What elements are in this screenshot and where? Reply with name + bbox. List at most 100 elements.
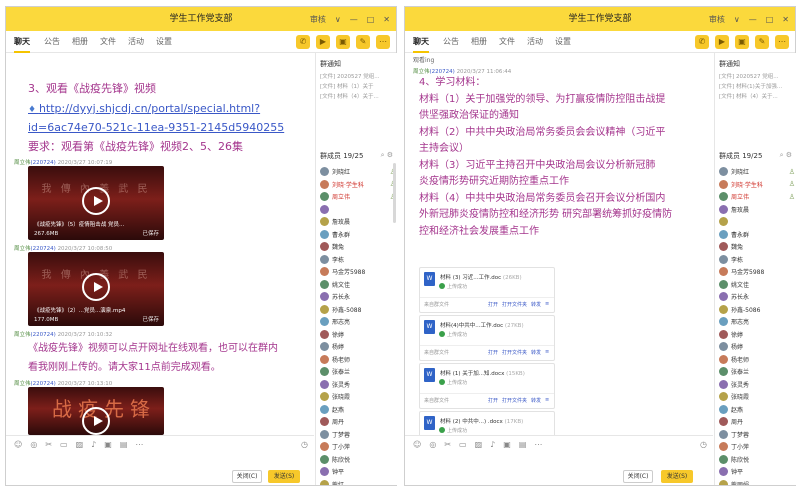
emoji-icon[interactable]: ☺ bbox=[413, 440, 421, 449]
member-item[interactable]: 张泰兰 bbox=[320, 365, 396, 378]
scissors-icon[interactable]: ✂ bbox=[45, 440, 52, 449]
member-item[interactable]: 杨老师 bbox=[719, 353, 795, 366]
tab-notice[interactable]: 公告 bbox=[44, 31, 60, 53]
maximize-icon[interactable]: □ bbox=[367, 15, 375, 24]
member-item[interactable]: 陈欣悦 bbox=[320, 453, 396, 466]
play-icon[interactable] bbox=[82, 273, 110, 301]
open-file-link[interactable]: 打开 bbox=[488, 349, 498, 356]
redpacket-icon[interactable]: ▤ bbox=[120, 440, 128, 449]
tab-settings[interactable]: 设置 bbox=[555, 31, 571, 53]
member-item[interactable]: 熊丽娟 bbox=[719, 478, 795, 485]
file-card[interactable]: W 材料 (1) 关于加...知.docx (15KB) 上传成功 来自群文件 打开 打开… bbox=[419, 363, 555, 409]
member-item[interactable]: 孙鑫-5086 bbox=[719, 303, 795, 316]
file-card[interactable]: W材料 (2) 中共中...) .docx (17KB)上传成功来自群文件打开打… bbox=[419, 411, 555, 435]
mic-icon[interactable]: ♪ bbox=[490, 440, 495, 449]
member-item[interactable]: 张灵秀 bbox=[320, 378, 396, 391]
member-item[interactable]: 刘晓红♙ bbox=[320, 165, 396, 178]
member-item[interactable]: 张晓霞 bbox=[320, 390, 396, 403]
member-item[interactable]: 苏长永 bbox=[719, 290, 795, 303]
member-item[interactable] bbox=[719, 215, 795, 228]
history-icon[interactable]: ◷ bbox=[301, 440, 308, 449]
close-button[interactable]: 关闭(C) bbox=[232, 470, 262, 483]
member-item[interactable]: 邢志亮 bbox=[320, 315, 396, 328]
member-item[interactable]: 张灵秀 bbox=[719, 378, 795, 391]
video-card[interactable]: 战疫先锋 bbox=[28, 387, 164, 435]
mic-icon[interactable]: ♪ bbox=[91, 440, 96, 449]
file-card[interactable]: W 材料 (3) 习近...工作.doc (26KB) 上传成功 来自群文件 打开 打开文… bbox=[419, 267, 555, 313]
minimize-icon[interactable]: — bbox=[350, 15, 358, 24]
close-button[interactable]: 关闭(C) bbox=[623, 470, 653, 483]
member-item[interactable] bbox=[320, 203, 396, 216]
member-item[interactable]: 杨婷 bbox=[320, 340, 396, 353]
notice-item[interactable]: [文件] 材料（4）关于... bbox=[320, 92, 396, 100]
image-icon[interactable]: ▨ bbox=[76, 440, 84, 449]
member-item[interactable]: 孙鑫-5088 bbox=[320, 303, 396, 316]
member-item[interactable]: 詹玫晨 bbox=[320, 215, 396, 228]
video-link[interactable]: ♦ http://dyyj.shjcdj.cn/portal/special.h… bbox=[28, 99, 260, 120]
member-item[interactable]: 曹永群 bbox=[320, 228, 396, 241]
gif-icon[interactable]: ◎ bbox=[30, 440, 37, 449]
tab-notice[interactable]: 公告 bbox=[443, 31, 459, 53]
dropdown-icon[interactable]: ∨ bbox=[734, 15, 740, 24]
whiteboard-icon[interactable]: ✎ bbox=[356, 35, 370, 49]
member-item[interactable]: 陈欣悦 bbox=[719, 453, 795, 466]
member-item[interactable]: 刘晓·学生科♙ bbox=[320, 178, 396, 191]
folder-icon[interactable]: ▭ bbox=[60, 440, 68, 449]
member-item[interactable]: 魏兔 bbox=[320, 240, 396, 253]
screenshot-icon[interactable]: ▣ bbox=[104, 440, 112, 449]
play-icon[interactable] bbox=[82, 407, 110, 435]
member-item[interactable]: 徐婷 bbox=[320, 328, 396, 341]
open-folder-link[interactable]: 打开文件夹 bbox=[502, 397, 527, 404]
play-icon[interactable] bbox=[82, 187, 110, 215]
member-item[interactable]: 苏长永 bbox=[320, 290, 396, 303]
member-item[interactable]: 杨老师 bbox=[320, 353, 396, 366]
notice-item[interactable]: [文件] 材料（1）关于 bbox=[320, 82, 396, 90]
menu-icon[interactable]: ≡ bbox=[545, 301, 549, 308]
notice-item[interactable]: [文件] 材料（4）关于... bbox=[719, 92, 795, 100]
member-item[interactable]: 姚文佳 bbox=[320, 278, 396, 291]
member-item[interactable]: 张晓霞 bbox=[719, 390, 795, 403]
member-scrollbar[interactable] bbox=[393, 163, 396, 223]
maximize-icon[interactable]: □ bbox=[766, 15, 774, 24]
image-icon[interactable]: ▨ bbox=[475, 440, 483, 449]
member-item[interactable]: 钟平 bbox=[320, 465, 396, 478]
member-item[interactable]: 刘晓红♙ bbox=[719, 165, 795, 178]
menu-icon[interactable]: ≡ bbox=[545, 397, 549, 404]
more-icon[interactable]: ⋯ bbox=[775, 35, 789, 49]
minimize-icon[interactable]: — bbox=[749, 15, 757, 24]
tab-album[interactable]: 相册 bbox=[72, 31, 88, 53]
member-item[interactable]: 徐婷 bbox=[719, 328, 795, 341]
member-item[interactable]: 钟平 bbox=[719, 465, 795, 478]
tab-files[interactable]: 文件 bbox=[499, 31, 515, 53]
forward-link[interactable]: 转发 bbox=[531, 349, 541, 356]
scissors-icon[interactable]: ✂ bbox=[444, 440, 451, 449]
member-item[interactable]: 詹玫晨 bbox=[719, 203, 795, 216]
member-item[interactable]: 熊红 bbox=[320, 478, 396, 485]
member-item[interactable]: 魏兔 bbox=[719, 240, 795, 253]
member-search-icon[interactable]: ⌕ ⚙ bbox=[381, 151, 393, 160]
tab-settings[interactable]: 设置 bbox=[156, 31, 172, 53]
phone-icon[interactable]: ✆ bbox=[695, 35, 709, 49]
member-search-icon[interactable]: ⌕ ⚙ bbox=[780, 151, 792, 160]
member-item[interactable]: 李栋 bbox=[320, 253, 396, 266]
screen-share-icon[interactable]: ▣ bbox=[336, 35, 350, 49]
title-bar[interactable]: 学生工作党支部 审核 ∨ — □ ✕ bbox=[6, 7, 396, 31]
folder-icon[interactable]: ▭ bbox=[459, 440, 467, 449]
file-card[interactable]: W 材料(4)中共中...工作.doc (27KB) 上传成功 来自群文件 打开 打开文件… bbox=[419, 315, 555, 361]
member-item[interactable]: 丁小萍 bbox=[719, 440, 795, 453]
video-card[interactable]: 我 傳 內 義 武 民 《战疫先锋》（5）疫情阻击战 党员... 267.6MB… bbox=[28, 166, 164, 240]
tab-activity[interactable]: 活动 bbox=[128, 31, 144, 53]
video-card[interactable]: 我 傳 內 義 武 民 《战疫先锋》（2）...党员...演泉.mp4 177.… bbox=[28, 252, 164, 326]
audit-label[interactable]: 审核 bbox=[709, 14, 725, 25]
open-file-link[interactable]: 打开 bbox=[488, 301, 498, 308]
title-bar[interactable]: 学生工作党支部 审核 ∨ — □ ✕ bbox=[405, 7, 795, 31]
chat-area[interactable]: 观看ing 周立伟(220724) 2020/3/27 11:06:44 4、学… bbox=[405, 53, 713, 435]
tab-album[interactable]: 相册 bbox=[471, 31, 487, 53]
member-item[interactable]: 刘晓·学生科♙ bbox=[719, 178, 795, 191]
dropdown-icon[interactable]: ∨ bbox=[335, 15, 341, 24]
forward-link[interactable]: 转发 bbox=[531, 397, 541, 404]
forward-link[interactable]: 转发 bbox=[531, 301, 541, 308]
gif-icon[interactable]: ◎ bbox=[429, 440, 436, 449]
tab-chat[interactable]: 聊天 bbox=[14, 31, 30, 53]
tab-files[interactable]: 文件 bbox=[100, 31, 116, 53]
